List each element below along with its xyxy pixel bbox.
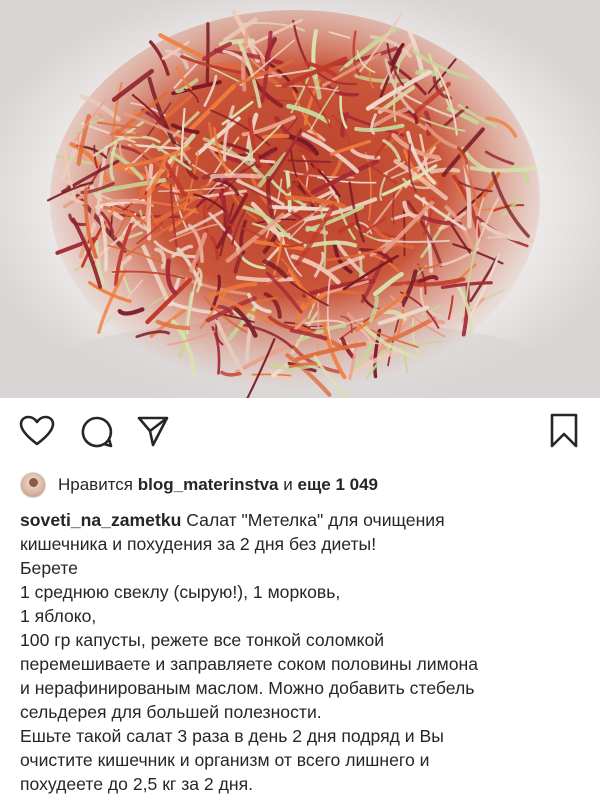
comment-icon[interactable]	[80, 415, 114, 449]
likes-conj: и	[283, 475, 293, 494]
action-bar	[0, 398, 600, 468]
caption-line: Ешьте такой салат 3 раза в день 2 дня по…	[20, 726, 444, 746]
bookmark-icon[interactable]	[549, 413, 579, 449]
caption-line: перемешиваете и заправляете соком полови…	[20, 654, 479, 674]
caption-line: похудеете до 2,5 кг за 2 дня.	[20, 774, 254, 794]
likes-prefix: Нравится	[58, 475, 134, 494]
avatar[interactable]	[20, 472, 46, 498]
caption-line: кишечника и похудения за 2 дня без диеты…	[20, 534, 377, 554]
caption-line-0: soveti_na_zametku Салат "Метелка" для оч…	[20, 508, 585, 532]
post-photo[interactable]	[0, 0, 600, 398]
salad-image	[0, 0, 600, 398]
caption-line: 100 гр капусты, режете все тонкой соломк…	[20, 630, 385, 650]
salad-shred	[209, 173, 262, 179]
liker-username[interactable]: blog_materinstva	[138, 475, 279, 495]
heart-icon[interactable]	[19, 415, 55, 447]
caption-line: 1 среднюю свеклу (сырую!), 1 морковь,	[20, 582, 341, 602]
post-caption: soveti_na_zametku Салат "Метелка" для оч…	[20, 508, 585, 796]
caption-username[interactable]: soveti_na_zametku	[20, 510, 181, 530]
paper-plane-icon[interactable]	[136, 415, 170, 447]
caption-line: 1 яблоко,	[20, 606, 97, 626]
likes-count[interactable]: еще 1 049	[297, 475, 378, 495]
caption-text: Салат "Метелка" для очищения	[186, 510, 445, 530]
salad-shred	[109, 132, 143, 138]
salad-shred	[205, 22, 210, 84]
caption-line: очистите кишечник и организм от всего ли…	[20, 750, 430, 770]
caption-line: и нерафинированым маслом. Можно добавить…	[20, 678, 475, 698]
caption-line: Берете	[20, 558, 78, 578]
caption-line: сельдерея для большей полезности.	[20, 702, 322, 722]
likes-row: Нравится blog_materinstva и еще 1 049	[20, 468, 378, 502]
